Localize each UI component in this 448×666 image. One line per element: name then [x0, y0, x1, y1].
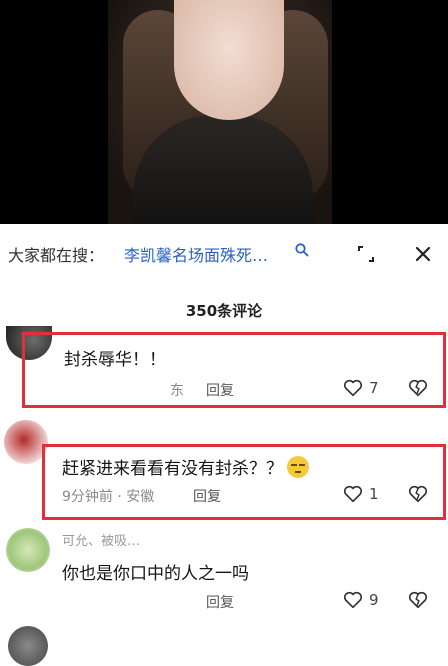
video-face — [174, 0, 284, 120]
search-icon[interactable] — [294, 242, 310, 258]
like-count: 9 — [369, 591, 379, 609]
like-heart-icon[interactable] — [342, 483, 364, 505]
highlight-box — [22, 332, 446, 408]
comment-text: 封杀辱华！！ — [64, 350, 166, 370]
comment-text: 你也是你口中的人之一吗 — [62, 564, 249, 584]
close-icon[interactable] — [412, 243, 434, 265]
search-prefix: 大家都在搜： — [8, 246, 105, 265]
reply-button[interactable]: 回复 — [206, 592, 234, 612]
emoji-icon — [287, 456, 309, 478]
like-heart-icon[interactable] — [342, 589, 364, 611]
comment-text-content: 赶紧进来看看有没有封杀？？ — [62, 459, 283, 479]
broken-heart-icon[interactable] — [407, 483, 429, 505]
search-suggestion-bar[interactable]: 大家都在搜： 李凯馨名场面殊死… — [0, 224, 448, 280]
avatar[interactable] — [8, 626, 48, 666]
like-heart-icon[interactable] — [342, 377, 364, 399]
search-query-link[interactable]: 李凯馨名场面殊死… — [124, 242, 268, 266]
comment-text: 赶紧进来看看有没有封杀？？ — [62, 454, 309, 479]
reply-button[interactable]: 回复 — [206, 380, 234, 400]
broken-heart-icon[interactable] — [407, 377, 429, 399]
comment-username[interactable]: 可允、被吸… — [62, 530, 140, 549]
avatar[interactable] — [6, 528, 50, 572]
like-count: 7 — [369, 379, 379, 397]
comment-meta: 东 — [170, 383, 184, 399]
broken-heart-icon[interactable] — [407, 589, 429, 611]
like-count: 1 — [369, 485, 379, 503]
comments-count-title: 350条评论 — [185, 302, 263, 320]
video-player[interactable] — [0, 0, 448, 224]
comment-meta: 9分钟前 · 安徽 — [62, 489, 155, 505]
reply-button[interactable]: 回复 — [193, 486, 221, 506]
collapse-icon[interactable] — [355, 243, 377, 265]
video-frame — [108, 0, 332, 224]
